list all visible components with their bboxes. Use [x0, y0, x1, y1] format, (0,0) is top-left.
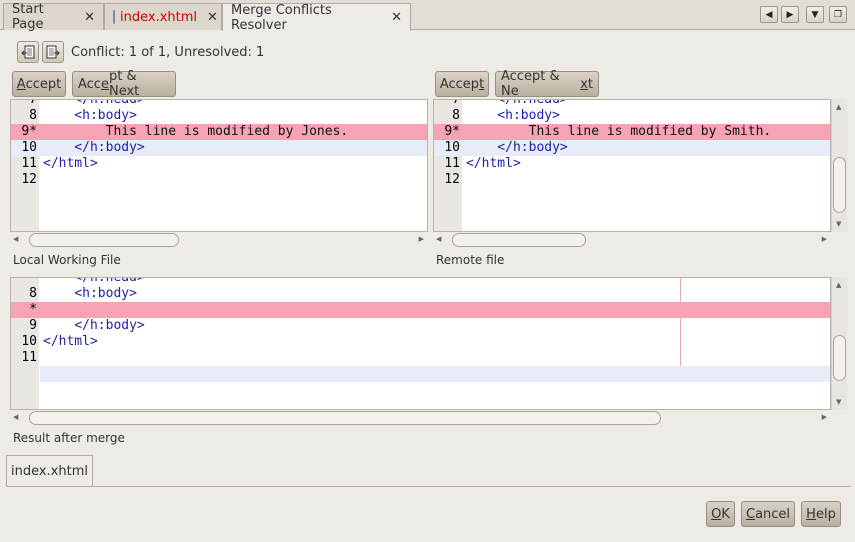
next-conflict-icon — [46, 45, 60, 59]
code-line: 11 </html> — [444, 156, 521, 171]
divider — [6, 486, 851, 487]
close-icon[interactable]: ✕ — [84, 10, 95, 25]
scroll-left-icon[interactable]: ◀ — [760, 6, 778, 23]
result-editor[interactable]: </h:head> 8 <h:body> * 9 </h:body> 10 </h… — [10, 277, 831, 410]
local-editor[interactable]: 7 </h:head> 8 <h:body> 9* This line is m… — [10, 99, 428, 232]
tab-bar: Start Page ✕ index.xhtml ✕ Merge Conflic… — [0, 0, 855, 33]
scroll-up-icon[interactable]: ▲ — [836, 103, 841, 111]
cancel-button[interactable]: Cancel — [741, 501, 795, 527]
scrollbar-thumb[interactable] — [833, 335, 846, 381]
code-line: </h:head> — [43, 277, 145, 285]
scroll-down-icon[interactable]: ▼ — [836, 220, 841, 228]
file-icon — [113, 10, 115, 24]
scroll-right-icon[interactable]: ▶ — [419, 235, 424, 243]
tab-result-file[interactable]: index.xhtml — [6, 455, 93, 486]
conflict-status: Conflict: 1 of 1, Unresolved: 1 — [71, 45, 265, 60]
code-line: 8 <h:body> — [29, 286, 137, 301]
remote-horizontal-scrollbar[interactable]: ◀ ▶ — [433, 232, 831, 248]
local-horizontal-scrollbar[interactable]: ◀ ▶ — [10, 232, 428, 248]
scroll-down-icon[interactable]: ▼ — [836, 398, 841, 406]
code-line: 10 </h:body> — [11, 140, 427, 156]
scroll-right-icon[interactable]: ▶ — [781, 6, 799, 23]
code-line: 11 — [21, 350, 37, 365]
tab-label: index.xhtml — [10, 463, 88, 479]
previous-conflict-button[interactable] — [17, 41, 39, 63]
result-vertical-scrollbar[interactable]: ▲ ▼ — [831, 277, 847, 410]
code-line: 9 </h:body> — [29, 318, 145, 333]
scroll-left-icon[interactable]: ◀ — [13, 235, 18, 243]
next-conflict-button[interactable] — [42, 41, 64, 63]
scrollbar-thumb[interactable] — [29, 233, 179, 247]
previous-conflict-icon — [21, 45, 35, 59]
code-line: 7 </h:head> — [29, 99, 145, 107]
scroll-left-icon[interactable]: ◀ — [436, 235, 441, 243]
scrollbar-thumb[interactable] — [29, 411, 661, 425]
code-line: 12 — [444, 172, 460, 187]
code-line: 12 — [21, 172, 37, 187]
code-line: 10 </h:body> — [434, 140, 830, 156]
scrollbar-thumb[interactable] — [452, 233, 586, 247]
close-icon[interactable]: ✕ — [391, 10, 402, 25]
tab-index-xhtml[interactable]: index.xhtml ✕ — [104, 3, 222, 30]
tab-label: index.xhtml — [120, 9, 198, 25]
tab-merge-conflicts-resolver[interactable]: Merge Conflicts Resolver ✕ — [222, 2, 411, 33]
result-horizontal-scrollbar[interactable]: ◀ ▶ — [10, 410, 831, 426]
local-accept-button[interactable]: Accept — [12, 71, 66, 97]
remote-pane-label: Remote file — [436, 253, 505, 267]
tab-start-page[interactable]: Start Page ✕ — [3, 2, 104, 32]
remote-accept-button[interactable]: Accep t — [435, 71, 489, 97]
scroll-right-icon[interactable]: ▶ — [822, 235, 827, 243]
remote-vertical-scrollbar[interactable]: ▲ ▼ — [831, 99, 847, 232]
local-pane-label: Local Working File — [13, 253, 121, 267]
result-pane-label: Result after merge — [13, 431, 125, 445]
local-accept-next-button[interactable]: Acc e pt & Next — [72, 69, 176, 99]
restore-window-icon[interactable]: ❐ — [829, 6, 847, 23]
code-line: 8 <h:body> — [452, 108, 560, 123]
conflict-line: * — [11, 302, 830, 318]
tab-label: Merge Conflicts Resolver — [231, 2, 332, 33]
code-line: 11 </html> — [21, 156, 98, 171]
tab-list-dropdown-icon[interactable]: ▼ — [806, 6, 824, 23]
code-line: 10 </html> — [21, 334, 98, 349]
ok-button[interactable]: OK — [706, 501, 735, 527]
current-line — [40, 366, 830, 382]
remote-accept-next-button[interactable]: Accept & Ne x t — [495, 69, 599, 99]
scroll-left-icon[interactable]: ◀ — [13, 413, 18, 421]
conflict-line: 9* This line is modified by Jones. — [11, 124, 427, 140]
scroll-right-icon[interactable]: ▶ — [822, 413, 827, 421]
scrollbar-thumb[interactable] — [833, 157, 846, 213]
close-icon[interactable]: ✕ — [207, 10, 218, 25]
code-line: 7 </h:head> — [452, 99, 568, 107]
code-line: 8 <h:body> — [29, 108, 137, 123]
scroll-up-icon[interactable]: ▲ — [836, 281, 841, 289]
help-button[interactable]: Help — [801, 501, 841, 527]
conflict-line: 9* This line is modified by Smith. — [434, 124, 830, 140]
tab-label: Start Page — [12, 2, 44, 32]
remote-editor[interactable]: 7 </h:head> 8 <h:body> 9* This line is m… — [433, 99, 831, 232]
